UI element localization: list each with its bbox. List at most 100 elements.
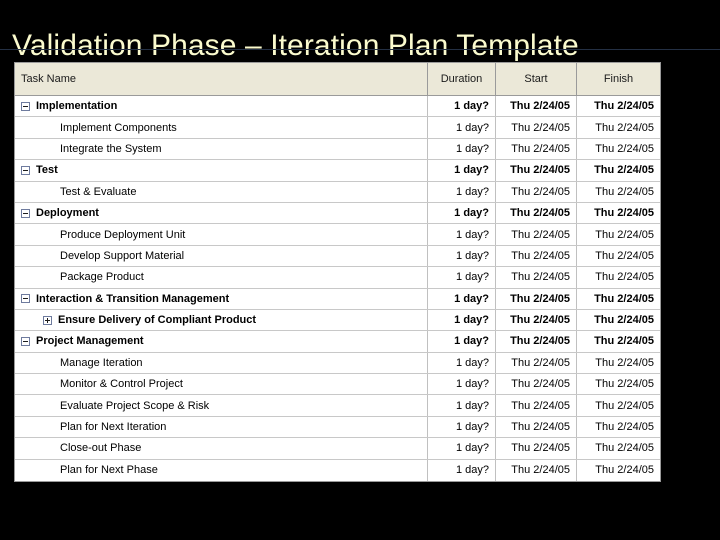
duration-cell[interactable]: 1 day? [428, 181, 496, 202]
duration-cell[interactable]: 1 day? [428, 416, 496, 438]
duration-cell[interactable]: 1 day? [428, 438, 496, 459]
table-row[interactable]: Integrate the System 1 day? Thu 2/24/05 Thu… [15, 138, 660, 161]
table-row[interactable]: Plan for Next Iteration 1 day? Thu 2/24/05… [15, 416, 660, 439]
task-name-cell[interactable]: Deployment [15, 202, 428, 224]
column-header-duration[interactable]: Duration [428, 63, 496, 95]
duration-cell[interactable]: 1 day? [428, 288, 496, 309]
expand-plus-icon[interactable] [43, 315, 52, 325]
start-date-cell[interactable]: Thu 2/24/05 [496, 352, 577, 374]
finish-date-cell[interactable]: Thu 2/24/05 [577, 246, 660, 266]
task-name-cell[interactable]: Monitor & Control Project [15, 374, 428, 395]
task-name-cell[interactable]: Plan for Next Iteration [15, 416, 428, 438]
table-row[interactable]: Plan for Next Phase 1 day? Thu 2/24/05 Thu … [15, 459, 660, 482]
collapse-minus-icon[interactable] [21, 294, 30, 304]
task-name-cell[interactable]: Manage Iteration [15, 352, 428, 374]
duration-cell[interactable]: 1 day? [428, 395, 496, 416]
finish-date-cell[interactable]: Thu 2/24/05 [577, 310, 660, 330]
duration-cell[interactable]: 1 day? [428, 374, 496, 395]
duration-cell[interactable]: 1 day? [428, 309, 496, 331]
task-name-cell[interactable]: Test & Evaluate [15, 181, 428, 202]
table-row[interactable]: Package Product 1 day? Thu 2/24/05 Thu 2/24… [15, 267, 660, 289]
table-row[interactable]: Implement Components 1 day? Thu 2/24/05 Thu… [15, 117, 660, 139]
collapse-minus-icon[interactable] [21, 165, 30, 175]
duration-cell[interactable]: 1 day? [428, 117, 496, 138]
finish-date-cell[interactable]: Thu 2/24/05 [577, 438, 660, 458]
task-name-cell[interactable]: Produce Deployment Unit [15, 224, 428, 245]
start-date-cell[interactable]: Thu 2/24/05 [496, 331, 577, 352]
task-name-cell[interactable]: Close-out Phase [15, 438, 428, 459]
table-row[interactable]: Produce Deployment Unit 1 day? Thu 2/24/05… [15, 224, 660, 246]
finish-date-cell[interactable]: Thu 2/24/05 [577, 203, 660, 223]
table-row[interactable]: Evaluate Project Scope & Risk 1 day? Thu 2… [15, 395, 660, 417]
duration-cell[interactable]: 1 day? [428, 138, 496, 160]
task-name-cell[interactable]: Ensure Delivery of Compliant Product [15, 309, 428, 331]
finish-date-cell[interactable]: Thu 2/24/05 [577, 139, 660, 159]
start-date-cell[interactable]: Thu 2/24/05 [496, 395, 577, 416]
finish-date-cell[interactable]: Thu 2/24/05 [577, 96, 660, 116]
task-name-cell[interactable]: Implementation [15, 96, 428, 117]
collapse-minus-icon[interactable] [21, 208, 30, 218]
finish-date-cell[interactable]: Thu 2/24/05 [577, 331, 660, 351]
task-name-cell[interactable]: Integrate the System [15, 138, 428, 160]
finish-date-cell[interactable]: Thu 2/24/05 [577, 374, 660, 394]
start-date-cell[interactable]: Thu 2/24/05 [496, 309, 577, 331]
start-date-cell[interactable]: Thu 2/24/05 [496, 374, 577, 395]
table-row[interactable]: Project Management 1 day? Thu 2/24/05 Thu 2… [15, 331, 660, 353]
finish-date-cell[interactable]: Thu 2/24/05 [577, 182, 660, 202]
table-row[interactable]: Test & Evaluate 1 day? Thu 2/24/05 Thu 2/24… [15, 181, 660, 203]
collapse-minus-icon[interactable] [21, 101, 30, 111]
duration-cell[interactable]: 1 day? [428, 267, 496, 288]
start-date-cell[interactable]: Thu 2/24/05 [496, 160, 577, 181]
task-name-cell[interactable]: Project Management [15, 331, 428, 352]
finish-date-cell[interactable]: Thu 2/24/05 [577, 460, 660, 481]
table-row[interactable]: Manage Iteration 1 day? Thu 2/24/05 Thu 2/2… [15, 352, 660, 375]
finish-date-cell[interactable]: Thu 2/24/05 [577, 224, 660, 244]
task-name-cell[interactable]: Package Product [15, 267, 428, 288]
table-row[interactable]: Interaction & Transition Management 1 day… [15, 288, 660, 310]
column-header-start[interactable]: Start [496, 63, 577, 95]
task-name-cell[interactable]: Interaction & Transition Management [15, 288, 428, 309]
finish-date-cell[interactable]: Thu 2/24/05 [577, 267, 660, 287]
table-row[interactable]: Test 1 day? Thu 2/24/05 Thu 2/24/05 [15, 160, 660, 182]
duration-cell[interactable]: 1 day? [428, 160, 496, 181]
table-row[interactable]: Close-out Phase 1 day? Thu 2/24/05 Thu 2/24… [15, 438, 660, 460]
duration-cell[interactable]: 1 day? [428, 202, 496, 224]
table-row[interactable]: Implementation 1 day? Thu 2/24/05 Thu 2/24/… [15, 96, 660, 118]
table-row[interactable]: Ensure Delivery of Compliant Product 1 da… [15, 309, 660, 332]
start-date-cell[interactable]: Thu 2/24/05 [496, 117, 577, 138]
start-date-cell[interactable]: Thu 2/24/05 [496, 181, 577, 202]
start-date-cell[interactable]: Thu 2/24/05 [496, 96, 577, 117]
duration-cell[interactable]: 1 day? [428, 96, 496, 117]
start-date-cell[interactable]: Thu 2/24/05 [496, 438, 577, 459]
start-date-cell[interactable]: Thu 2/24/05 [496, 288, 577, 309]
start-date-cell[interactable]: Thu 2/24/05 [496, 202, 577, 224]
column-header-finish[interactable]: Finish [577, 63, 660, 95]
start-date-cell[interactable]: Thu 2/24/05 [496, 245, 577, 267]
finish-date-cell[interactable]: Thu 2/24/05 [577, 395, 660, 415]
start-date-cell[interactable]: Thu 2/24/05 [496, 138, 577, 160]
table-row[interactable]: Monitor & Control Project 1 day? Thu 2/24/… [15, 374, 660, 396]
column-header-task-name[interactable]: Task Name [15, 63, 428, 95]
duration-cell[interactable]: 1 day? [428, 331, 496, 352]
task-name-cell[interactable]: Test [15, 160, 428, 181]
duration-cell[interactable]: 1 day? [428, 352, 496, 374]
start-date-cell[interactable]: Thu 2/24/05 [496, 267, 577, 288]
task-name-cell[interactable]: Implement Components [15, 117, 428, 138]
finish-date-cell[interactable]: Thu 2/24/05 [577, 117, 660, 137]
finish-date-cell[interactable]: Thu 2/24/05 [577, 289, 660, 309]
finish-date-cell[interactable]: Thu 2/24/05 [577, 160, 660, 180]
collapse-minus-icon[interactable] [21, 336, 30, 346]
task-name-cell[interactable]: Plan for Next Phase [15, 459, 428, 482]
duration-cell[interactable]: 1 day? [428, 459, 496, 482]
table-row[interactable]: Deployment 1 day? Thu 2/24/05 Thu 2/24/05 [15, 202, 660, 225]
finish-date-cell[interactable]: Thu 2/24/05 [577, 353, 660, 373]
table-row[interactable]: Develop Support Material 1 day? Thu 2/24/0… [15, 245, 660, 268]
duration-cell[interactable]: 1 day? [428, 245, 496, 267]
duration-cell[interactable]: 1 day? [428, 224, 496, 245]
start-date-cell[interactable]: Thu 2/24/05 [496, 416, 577, 438]
start-date-cell[interactable]: Thu 2/24/05 [496, 459, 577, 482]
task-name-cell[interactable]: Develop Support Material [15, 245, 428, 267]
finish-date-cell[interactable]: Thu 2/24/05 [577, 417, 660, 437]
start-date-cell[interactable]: Thu 2/24/05 [496, 224, 577, 245]
task-name-cell[interactable]: Evaluate Project Scope & Risk [15, 395, 428, 416]
